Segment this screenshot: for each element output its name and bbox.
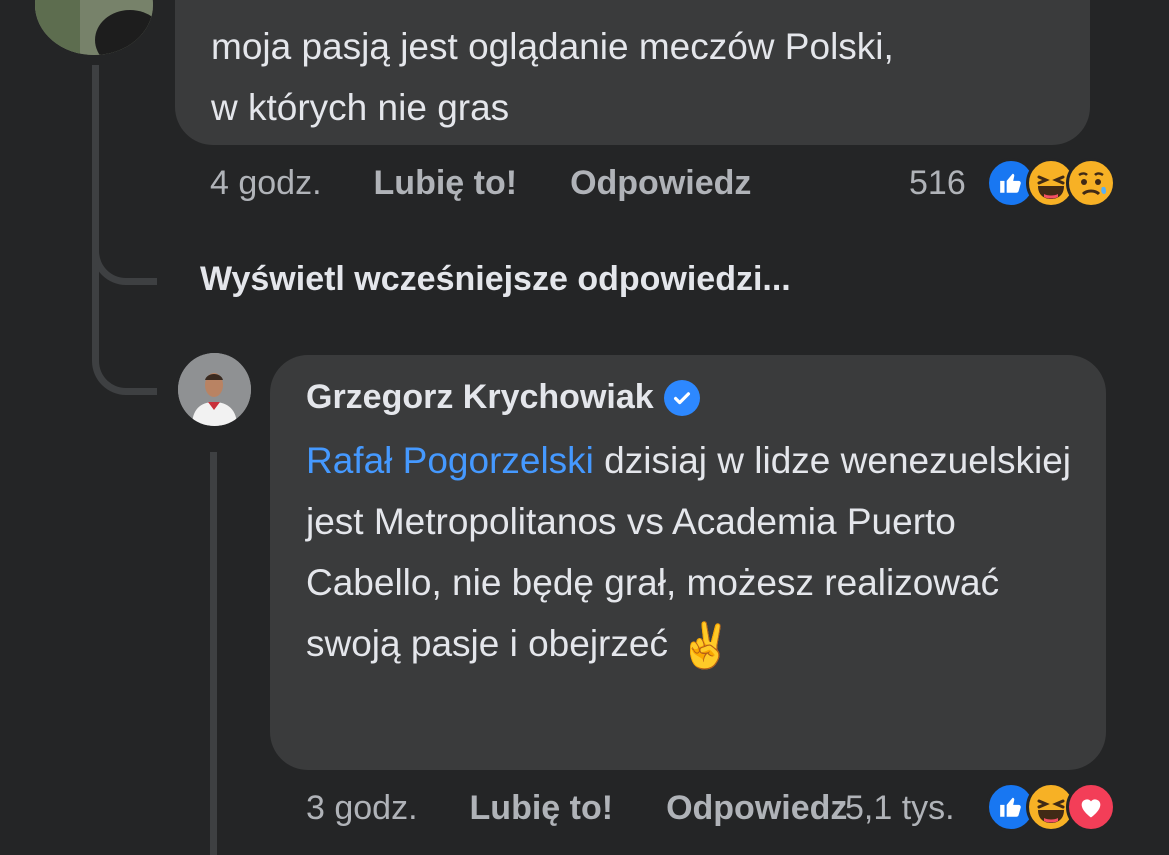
verified-badge-icon	[663, 379, 700, 416]
reaction-count[interactable]: 5,1 tys.	[845, 789, 955, 828]
comment-meta: 4 godz. Lubię to! Odpowiedz	[210, 164, 751, 203]
thread-connector	[92, 330, 157, 395]
comment-text: moja pasją jest oglądanie meczów Polski,…	[211, 26, 894, 128]
reaction-count[interactable]: 516	[909, 164, 966, 203]
timestamp[interactable]: 4 godz.	[210, 164, 322, 203]
thread-connector	[92, 220, 157, 285]
comment-bubble: Grzegorz Krychowiak Rafał Pogorzelski dz…	[270, 355, 1106, 770]
like-button[interactable]: Lubię to!	[374, 164, 518, 203]
love-icon	[1066, 782, 1116, 832]
like-button[interactable]: Lubię to!	[470, 789, 614, 828]
thread-line-reply	[210, 452, 217, 855]
mention-link[interactable]: Rafał Pogorzelski	[306, 440, 594, 481]
avatar[interactable]	[178, 353, 251, 426]
reactions[interactable]	[986, 782, 1116, 832]
reactions[interactable]	[986, 158, 1116, 208]
avatar[interactable]	[35, 0, 153, 55]
comment-author-row: Grzegorz Krychowiak	[306, 378, 700, 417]
victory-hand-icon: ✌️	[678, 621, 734, 671]
view-earlier-replies-link[interactable]: Wyświetl wcześniejsze odpowiedzi...	[200, 260, 791, 299]
comment-author[interactable]: Grzegorz Krychowiak	[306, 378, 654, 417]
comment-meta: 3 godz. Lubię to! Odpowiedz	[306, 789, 847, 828]
comment-bubble: moja pasją jest oglądanie meczów Polski,…	[175, 0, 1090, 145]
comment-text-part: dzisiaj w lidze	[593, 440, 831, 481]
comment-text: Rafał Pogorzelski dzisiaj w lidze wenezu…	[306, 430, 1086, 677]
timestamp[interactable]: 3 godz.	[306, 789, 418, 828]
sad-icon	[1066, 158, 1116, 208]
reply-button[interactable]: Odpowiedz	[570, 164, 751, 203]
reply-button[interactable]: Odpowiedz	[666, 789, 847, 828]
